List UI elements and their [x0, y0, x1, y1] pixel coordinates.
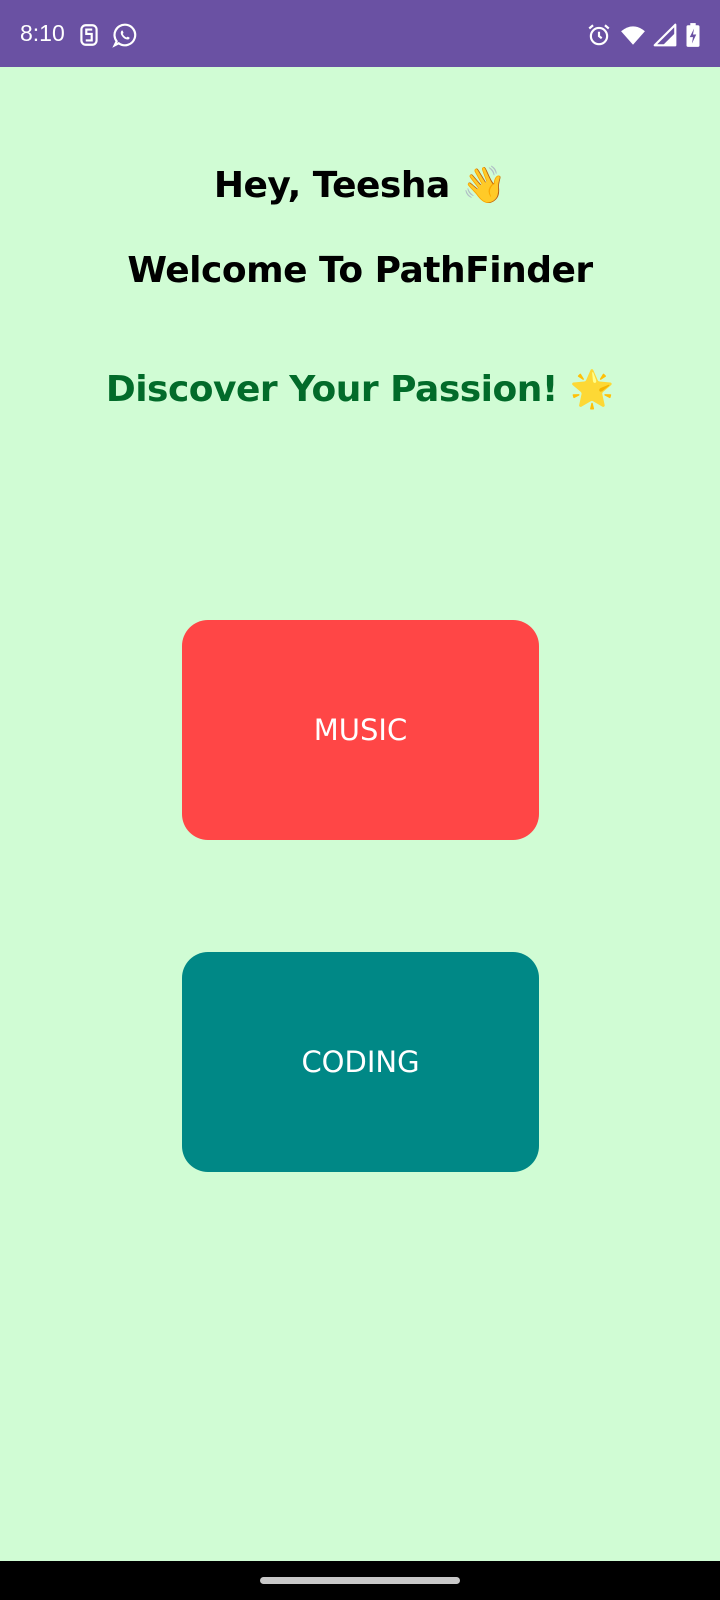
- wifi-icon: [620, 22, 646, 48]
- coding-button[interactable]: CODING: [182, 952, 539, 1172]
- battery-charging-icon: [680, 22, 706, 48]
- alarm-icon: [586, 22, 612, 48]
- status-time: 8:10: [20, 20, 65, 46]
- s-app-icon: [76, 22, 102, 48]
- status-bar: 8:10: [0, 0, 720, 67]
- welcome-heading: Welcome To PathFinder: [127, 250, 593, 291]
- whatsapp-icon: [112, 22, 138, 48]
- home-gesture-handle[interactable]: [260, 1577, 460, 1584]
- music-button[interactable]: MUSIC: [182, 620, 539, 840]
- navigation-bar: [0, 1561, 720, 1600]
- signal-icon: [652, 22, 678, 48]
- main-screen: Hey, Teesha 👋 Welcome To PathFinder Disc…: [0, 67, 720, 1600]
- tagline-text: Discover Your Passion! 🌟: [105, 369, 615, 410]
- greeting-heading: Hey, Teesha 👋: [213, 165, 507, 206]
